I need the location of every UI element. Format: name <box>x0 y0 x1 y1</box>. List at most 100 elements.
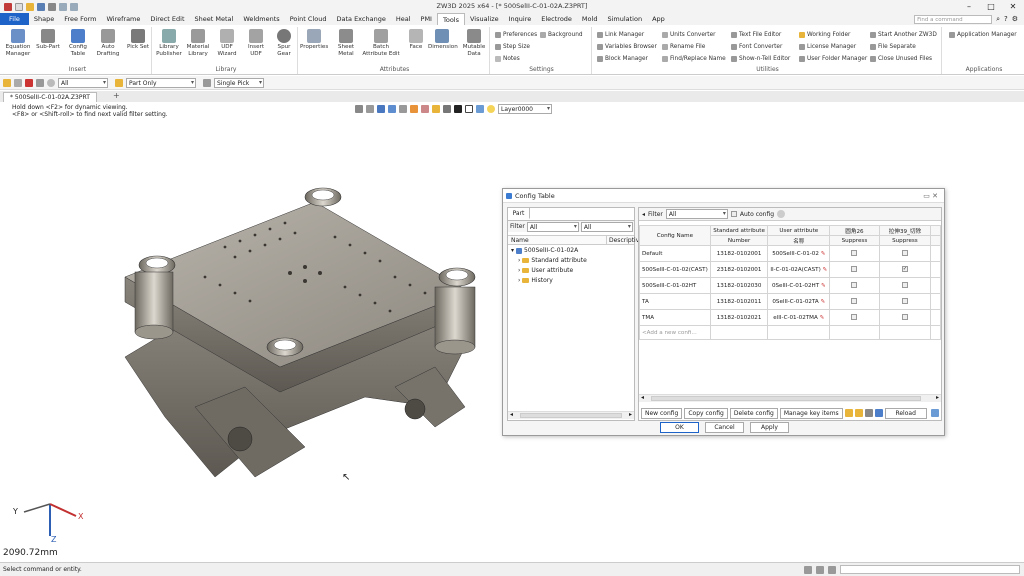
target-icon[interactable] <box>47 78 55 87</box>
config-settings-icon[interactable] <box>777 210 786 218</box>
block-manager-button[interactable]: Block Manager <box>597 54 648 63</box>
cell-number[interactable]: 13182-0102021 <box>709 309 769 326</box>
preferences-button[interactable]: Preferences <box>495 30 537 39</box>
tab-heal[interactable]: Heal <box>391 13 416 25</box>
manage-key-items-button[interactable]: Manage key items <box>779 407 843 419</box>
scroll-left-icon[interactable]: ◂ <box>641 394 644 401</box>
cell-suppress-1[interactable] <box>829 261 880 278</box>
select-arrow-icon[interactable] <box>3 78 11 87</box>
dialog-minimize-icon[interactable]: ▭ <box>923 192 930 200</box>
font-converter-button[interactable]: Font Converter <box>731 42 782 51</box>
cell-suppress-2[interactable] <box>878 309 932 326</box>
sub-part-button[interactable]: Sub-Part <box>34 29 62 51</box>
suppress-checkbox[interactable] <box>851 250 858 257</box>
suppress-checkbox[interactable] <box>901 314 908 321</box>
suppress-checkbox[interactable] <box>901 298 908 305</box>
cell-user-name[interactable]: II-C-01-02A(CAST) ✎ <box>767 261 831 278</box>
cell-number[interactable]: 13182-0102011 <box>709 293 769 310</box>
pick-mode-select[interactable]: Part Only <box>126 77 196 88</box>
command-search-input[interactable]: Find a command <box>914 14 993 24</box>
properties-button[interactable]: Properties <box>300 29 328 51</box>
table-filter-select[interactable]: All <box>665 209 728 219</box>
config-table-button[interactable]: Config Table <box>64 29 92 57</box>
status-icon-3[interactable] <box>828 565 836 574</box>
render-mode-icon[interactable] <box>388 105 396 113</box>
tab-wireframe[interactable]: Wireframe <box>101 13 145 25</box>
new-config-button[interactable]: New config <box>641 407 683 419</box>
table-row[interactable]: TMA 13182-0102021 elII-C-01-02TMA ✎ <box>639 309 941 326</box>
cell-suppress-1[interactable] <box>829 309 880 326</box>
edit-icon[interactable]: ✎ <box>820 315 825 321</box>
tree-horizontal-scrollbar[interactable]: ◂ ▸ <box>508 411 634 419</box>
tab-free-form[interactable]: Free Form <box>59 13 101 25</box>
reload-button[interactable]: Reload <box>884 407 927 419</box>
document-tab[interactable]: * 500SelII-C-01-02A.Z3PRT <box>3 92 97 102</box>
udf-wizard-button[interactable]: UDF Wizard <box>213 29 241 57</box>
tab-mold[interactable]: Mold <box>577 13 603 25</box>
tab-tools[interactable]: Tools <box>436 13 465 25</box>
status-icon-2[interactable] <box>816 565 824 574</box>
close-unused-files-button[interactable]: Close Unused Files <box>870 54 932 63</box>
show-n-tell-editor-button[interactable]: Show-n-Tell Editor <box>731 54 790 63</box>
cell-number[interactable]: 13182-0102030 <box>709 277 769 294</box>
cell-number[interactable]: 23182-0102001 <box>709 261 769 278</box>
tree-item-history[interactable]: › History <box>518 276 553 285</box>
tree-filter-select-2[interactable]: All <box>580 221 633 232</box>
help-icon[interactable]: ? <box>1004 15 1008 23</box>
header-extrude-39-cut[interactable]: 拉伸39_切除 <box>878 225 932 236</box>
tab-direct-edit[interactable]: Direct Edit <box>145 13 189 25</box>
working-folder-button[interactable]: Working Folder <box>799 30 850 39</box>
text-file-editor-button[interactable]: Text File Editor <box>731 30 781 39</box>
header-user-attribute[interactable]: User attribute <box>767 225 831 236</box>
cell-user-name[interactable]: 0SelII-C-01-02HT ✎ <box>767 277 831 294</box>
cell-suppress-1[interactable] <box>829 245 880 262</box>
tab-sheet-metal[interactable]: Sheet Metal <box>190 13 239 25</box>
table-row[interactable]: TA 13182-0102011 0SelII-C-01-02TA ✎ <box>639 293 941 310</box>
section-view-icon[interactable] <box>399 105 407 113</box>
suppress-checkbox[interactable] <box>851 314 858 321</box>
tab-shape[interactable]: Shape <box>29 13 59 25</box>
scroll-right-icon[interactable]: ▸ <box>629 411 632 418</box>
part-model[interactable] <box>105 177 505 487</box>
tab-app[interactable]: App <box>647 13 670 25</box>
ok-button[interactable]: OK <box>660 422 699 433</box>
pick-options-icon[interactable] <box>14 78 22 87</box>
cell-suppress-2[interactable] <box>878 245 932 262</box>
copy-config-button[interactable]: Copy config <box>684 407 728 419</box>
cell-config-name[interactable]: 500SelII-C-01-02(CAST) <box>639 261 711 278</box>
export-icon[interactable] <box>854 409 863 417</box>
tree-item-user-attribute[interactable]: › User attribute <box>518 266 573 275</box>
file-separate-button[interactable]: File Separate <box>870 42 916 51</box>
expand-icon[interactable]: › <box>518 256 520 265</box>
suppress-checkbox[interactable] <box>851 266 858 273</box>
delete-icon[interactable] <box>25 78 33 87</box>
step-size-button[interactable]: Step Size <box>495 42 530 51</box>
minimize-button[interactable]: – <box>958 0 980 13</box>
table-horizontal-scrollbar[interactable]: ◂ ▸ <box>639 394 941 402</box>
apply-button[interactable]: Apply <box>750 422 789 433</box>
tab-simulation[interactable]: Simulation <box>602 13 647 25</box>
suppress-checkbox[interactable] <box>901 282 908 289</box>
header-standard-attribute[interactable]: Standard attribute <box>709 225 769 236</box>
display-filter-icon[interactable] <box>410 105 418 113</box>
library-publisher-button[interactable]: Library Publisher <box>155 29 183 57</box>
header-fillet-26[interactable]: 圆角26 <box>829 225 880 236</box>
sheet-metal-attr-button[interactable]: Sheet Metal <box>332 29 360 57</box>
material-library-button[interactable]: Material Library <box>184 29 212 57</box>
layer-manager-icon[interactable] <box>476 105 484 113</box>
table-row[interactable]: Default 13182-0102001 500SelII-C-01-02 ✎ <box>639 245 941 262</box>
tab-inquire[interactable]: Inquire <box>504 13 537 25</box>
auto-drafting-button[interactable]: Auto Drafting <box>94 29 122 57</box>
tree-item-standard-attribute[interactable]: › Standard attribute <box>518 256 587 265</box>
batch-attribute-edit-button[interactable]: Batch Attribute Edit <box>360 29 402 57</box>
table-row[interactable]: 500SelII-C-01-02HT 13182-0102030 0SelII-… <box>639 277 941 294</box>
equation-manager-button[interactable]: Equation Manager <box>4 29 32 57</box>
tab-weldments[interactable]: Weldments <box>238 13 284 25</box>
cell-number[interactable]: 13182-0102001 <box>709 245 769 262</box>
scroll-left-icon[interactable]: ◂ <box>510 411 513 418</box>
suppress-checkbox[interactable] <box>851 282 858 289</box>
add-tab-button[interactable]: + <box>113 91 120 100</box>
header-config-name[interactable]: Config Name <box>639 225 711 246</box>
tab-visualize[interactable]: Visualize <box>465 13 504 25</box>
mutable-data-button[interactable]: Mutable Data <box>460 29 488 57</box>
